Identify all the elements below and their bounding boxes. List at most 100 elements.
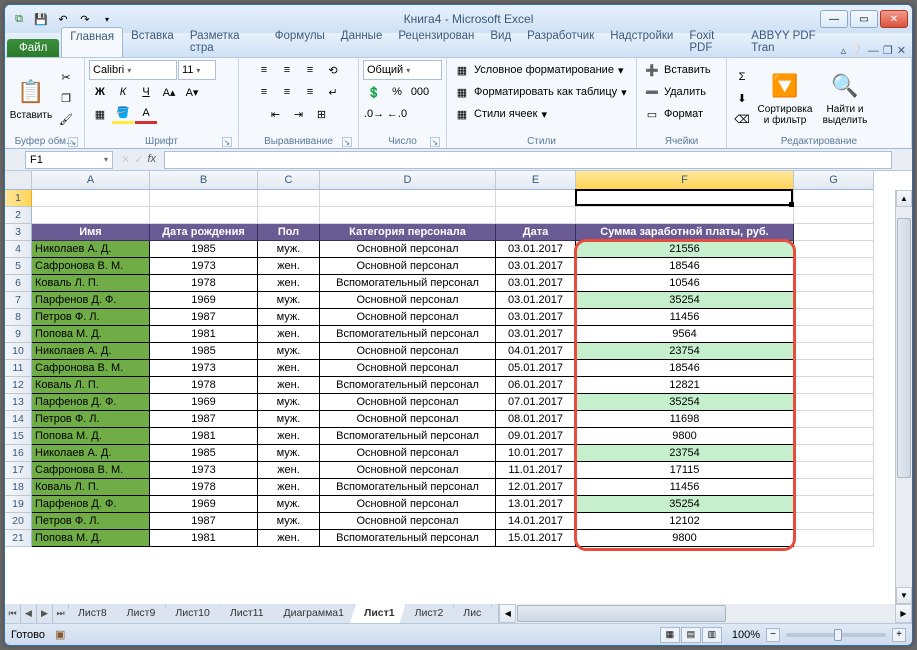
- data-cell[interactable]: 35254: [576, 292, 794, 309]
- align-bottom-icon[interactable]: ≡: [299, 60, 321, 80]
- data-cell[interactable]: 17115: [576, 462, 794, 479]
- row-header[interactable]: 8: [5, 309, 32, 326]
- column-header[interactable]: C: [258, 171, 320, 190]
- data-cell[interactable]: 1973: [150, 462, 258, 479]
- mdi-close-icon[interactable]: ✕: [897, 44, 906, 57]
- ribbon-minimize-icon[interactable]: ▵: [841, 44, 847, 57]
- data-cell[interactable]: 1969: [150, 394, 258, 411]
- data-cell[interactable]: 9800: [576, 428, 794, 445]
- cell[interactable]: [320, 190, 496, 207]
- column-header[interactable]: G: [794, 171, 874, 190]
- data-cell[interactable]: муж.: [258, 496, 320, 513]
- scroll-left-icon[interactable]: ◀: [499, 604, 516, 623]
- name-cell[interactable]: Сафронова В. М.: [32, 462, 150, 479]
- cell[interactable]: [794, 207, 874, 224]
- zoom-level[interactable]: 100%: [732, 629, 760, 641]
- data-cell[interactable]: муж.: [258, 309, 320, 326]
- data-cell[interactable]: 11.01.2017: [496, 462, 576, 479]
- row-header[interactable]: 1: [5, 190, 32, 207]
- fx-icon[interactable]: fx: [147, 153, 156, 166]
- name-cell[interactable]: Попова М. Д.: [32, 326, 150, 343]
- table-header[interactable]: Дата рождения: [150, 224, 258, 241]
- qat-customize-icon[interactable]: ▾: [97, 9, 117, 29]
- sheet-tab[interactable]: Диаграмма1: [270, 604, 355, 623]
- ribbon-tab[interactable]: Foxit PDF: [681, 27, 743, 57]
- name-cell[interactable]: Сафронова В. М.: [32, 360, 150, 377]
- data-cell[interactable]: 08.01.2017: [496, 411, 576, 428]
- decrease-indent-icon[interactable]: ⇤: [265, 104, 287, 124]
- data-cell[interactable]: 11698: [576, 411, 794, 428]
- cancel-formula-icon[interactable]: ✕: [121, 153, 130, 166]
- row-header[interactable]: 18: [5, 479, 32, 496]
- data-cell[interactable]: 1985: [150, 241, 258, 258]
- table-header[interactable]: Пол: [258, 224, 320, 241]
- data-cell[interactable]: 03.01.2017: [496, 275, 576, 292]
- column-header[interactable]: E: [496, 171, 576, 190]
- row-header[interactable]: 17: [5, 462, 32, 479]
- macro-record-icon[interactable]: ▣: [55, 628, 65, 641]
- scroll-right-icon[interactable]: ▶: [895, 604, 912, 623]
- increase-indent-icon[interactable]: ⇥: [288, 104, 310, 124]
- ribbon-tab[interactable]: Надстройки: [602, 27, 681, 57]
- data-cell[interactable]: 06.01.2017: [496, 377, 576, 394]
- merge-icon[interactable]: ⊞: [311, 104, 333, 124]
- prev-sheet-icon[interactable]: ◀: [21, 604, 37, 623]
- mdi-minimize-icon[interactable]: —: [868, 45, 879, 57]
- first-sheet-icon[interactable]: ⏮: [5, 604, 21, 623]
- data-cell[interactable]: 1973: [150, 360, 258, 377]
- data-cell[interactable]: Основной персонал: [320, 445, 496, 462]
- row-header[interactable]: 16: [5, 445, 32, 462]
- column-header[interactable]: F: [576, 171, 794, 190]
- data-cell[interactable]: Вспомогательный персонал: [320, 377, 496, 394]
- row-header[interactable]: 7: [5, 292, 32, 309]
- wrap-text-icon[interactable]: ↵: [322, 82, 344, 102]
- row-header[interactable]: 6: [5, 275, 32, 292]
- cell[interactable]: [794, 462, 874, 479]
- data-cell[interactable]: 12102: [576, 513, 794, 530]
- name-cell[interactable]: Николаев А. Д.: [32, 241, 150, 258]
- data-cell[interactable]: 1981: [150, 326, 258, 343]
- data-cell[interactable]: Основной персонал: [320, 360, 496, 377]
- cell[interactable]: [794, 428, 874, 445]
- table-header[interactable]: Сумма заработной платы, руб.: [576, 224, 794, 241]
- data-cell[interactable]: Основной персонал: [320, 462, 496, 479]
- align-right-icon[interactable]: ≡: [299, 82, 321, 102]
- data-cell[interactable]: Основной персонал: [320, 513, 496, 530]
- data-cell[interactable]: 1978: [150, 377, 258, 394]
- row-header[interactable]: 10: [5, 343, 32, 360]
- table-header[interactable]: Категория персонала: [320, 224, 496, 241]
- data-cell[interactable]: 10546: [576, 275, 794, 292]
- cell[interactable]: [794, 309, 874, 326]
- name-cell[interactable]: Сафронова В. М.: [32, 258, 150, 275]
- cell[interactable]: [794, 496, 874, 513]
- name-cell[interactable]: Попова М. Д.: [32, 530, 150, 547]
- format-cells-button[interactable]: ▭Формат: [641, 104, 722, 124]
- comma-icon[interactable]: 000: [409, 82, 431, 102]
- maximize-button[interactable]: ▭: [850, 10, 878, 28]
- paste-button[interactable]: 📋 Вставить: [9, 65, 53, 131]
- data-cell[interactable]: 05.01.2017: [496, 360, 576, 377]
- data-cell[interactable]: 03.01.2017: [496, 309, 576, 326]
- data-cell[interactable]: 1985: [150, 343, 258, 360]
- row-header[interactable]: 11: [5, 360, 32, 377]
- data-cell[interactable]: Основной персонал: [320, 343, 496, 360]
- data-cell[interactable]: жен.: [258, 530, 320, 547]
- help-icon[interactable]: ❔: [850, 44, 864, 57]
- data-cell[interactable]: Основной персонал: [320, 496, 496, 513]
- data-cell[interactable]: жен.: [258, 360, 320, 377]
- data-cell[interactable]: 04.01.2017: [496, 343, 576, 360]
- cell[interactable]: [794, 292, 874, 309]
- conditional-formatting-button[interactable]: ▦Условное форматирование ▾: [451, 60, 632, 80]
- launcher-icon[interactable]: ↘: [222, 137, 232, 147]
- data-cell[interactable]: 1969: [150, 292, 258, 309]
- data-cell[interactable]: Основной персонал: [320, 394, 496, 411]
- excel-icon[interactable]: ⧉: [9, 9, 29, 29]
- data-cell[interactable]: Вспомогательный персонал: [320, 428, 496, 445]
- scroll-up-icon[interactable]: ▲: [896, 190, 912, 207]
- data-cell[interactable]: Основной персонал: [320, 241, 496, 258]
- data-cell[interactable]: 35254: [576, 496, 794, 513]
- close-button[interactable]: ✕: [880, 10, 908, 28]
- row-header[interactable]: 20: [5, 513, 32, 530]
- cell[interactable]: [150, 207, 258, 224]
- row-header[interactable]: 13: [5, 394, 32, 411]
